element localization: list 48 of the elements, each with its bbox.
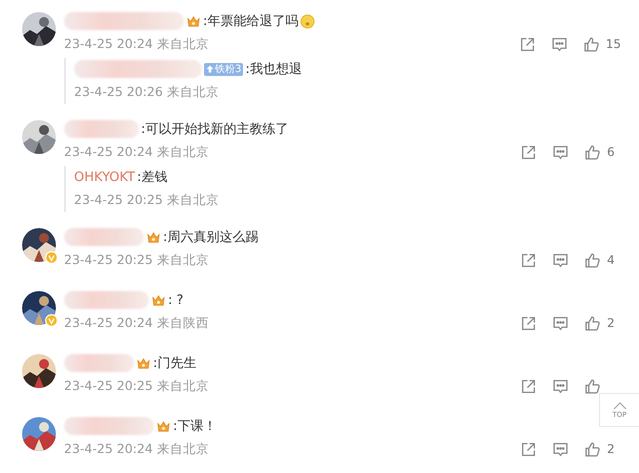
comment-text: :年票能给退了吗 [203, 13, 298, 30]
comment-time: 23-4-25 20:24 来自北京 [64, 36, 209, 52]
share-icon[interactable] [520, 378, 537, 394]
comment-time: 23-4-25 20:26 来自北京 [74, 84, 219, 100]
comment-icon[interactable] [552, 144, 569, 160]
comment-icon[interactable] [552, 252, 569, 268]
chevron-up-icon [612, 402, 626, 410]
crown-icon [136, 356, 151, 370]
comment-text: :下课！ [173, 418, 216, 435]
comment-icon[interactable] [550, 36, 568, 52]
thumbs-up-icon[interactable] [584, 314, 601, 332]
thumbs-up-icon[interactable] [584, 378, 601, 394]
blurred-username [64, 354, 134, 372]
reply-username[interactable]: OHKYOKT [74, 170, 135, 184]
fan-badge: 铁粉3 [204, 62, 244, 76]
share-icon[interactable] [520, 314, 537, 332]
like-count: 2 [607, 442, 616, 456]
thumbs-up-icon[interactable] [582, 36, 600, 52]
comment-time: 23-4-25 20:25 来自北京 [64, 252, 209, 268]
share-icon[interactable] [518, 36, 536, 52]
reply-text: :差钱 [137, 169, 168, 186]
comment-text: :门先生 [153, 355, 196, 372]
like-count: 6 [607, 145, 616, 159]
reply-text: :我也想退 [245, 61, 302, 78]
comment-time: 23-4-25 20:24 来自北京 [64, 144, 209, 160]
crown-icon [156, 418, 171, 434]
comment-text: :周六真别这么踢 [163, 229, 258, 246]
share-icon[interactable] [520, 144, 537, 160]
comment-text: :可以开始找新的主教练了 [141, 121, 288, 138]
crown-icon [146, 230, 161, 244]
thumbs-up-icon[interactable] [584, 440, 601, 458]
like-count: 2 [607, 316, 616, 330]
crown-icon [151, 292, 166, 308]
comment-time: 23-4-25 20:25 来自北京 [64, 378, 209, 394]
comment-icon[interactable] [552, 378, 569, 394]
share-icon[interactable] [520, 440, 537, 458]
like-count: 4 [607, 253, 616, 267]
crown-icon [186, 14, 201, 28]
comment-icon[interactable] [552, 314, 569, 332]
share-icon[interactable] [520, 252, 537, 268]
comment-time: 23-4-25 20:24 来自北京 [64, 440, 209, 458]
like-count: 15 [606, 37, 621, 51]
comment-time: 23-4-25 20:25 来自北京 [74, 192, 219, 208]
comment-icon[interactable] [552, 440, 569, 458]
thumbs-up-icon[interactable] [584, 144, 601, 160]
comment-time: 23-4-25 20:24 来自陕西 [64, 314, 209, 332]
comment-text: : ? [168, 292, 184, 308]
thumbs-up-icon[interactable] [584, 252, 601, 268]
